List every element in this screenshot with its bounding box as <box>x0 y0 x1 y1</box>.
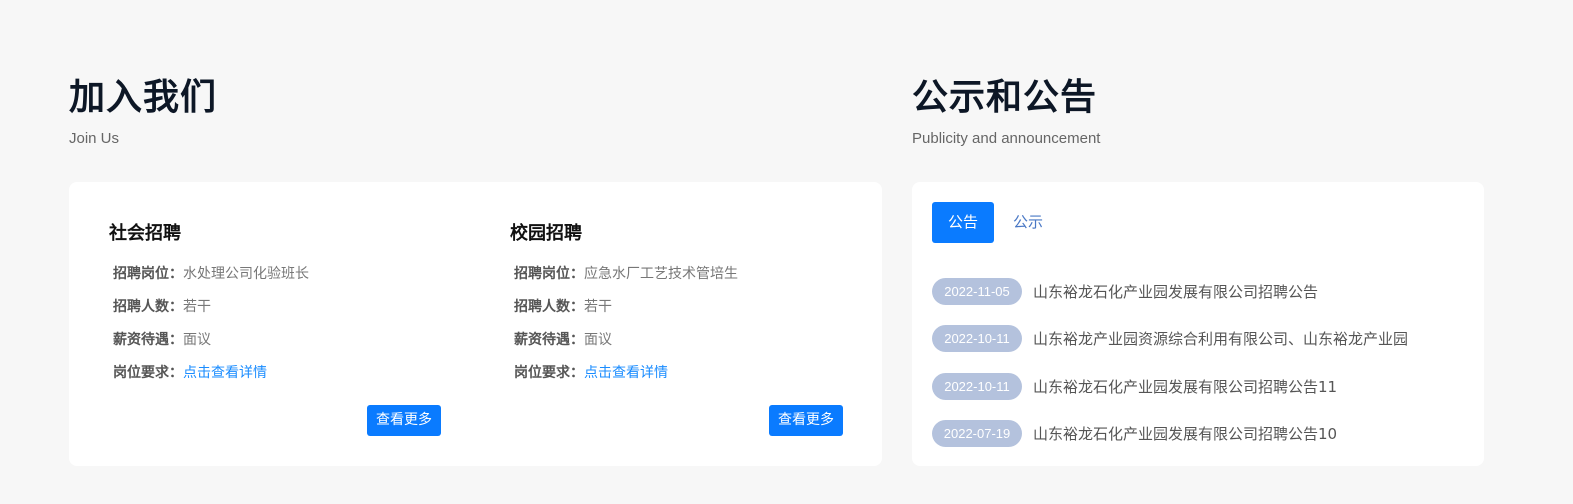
notice-list: 2022-11-05 山东裕龙石化产业园发展有限公司招聘公告 2022-10-1… <box>932 268 1408 457</box>
publicity-subtitle: Publicity and announcement <box>912 130 1101 147</box>
field-label: 岗位要求： <box>514 365 584 381</box>
field-label: 薪资待遇： <box>514 332 584 348</box>
social-salary-row: 薪资待遇：面议 <box>109 324 469 357</box>
join-us-subtitle: Join Us <box>69 130 120 147</box>
campus-recruitment-heading: 校园招聘 <box>510 223 582 244</box>
field-value: 应急水厂工艺技术管培生 <box>584 266 738 282</box>
notice-title[interactable]: 山东裕龙石化产业园发展有限公司招聘公告10 <box>1033 423 1337 444</box>
list-item[interactable]: 2022-07-19 山东裕龙石化产业园发展有限公司招聘公告10 <box>932 410 1408 457</box>
social-more-button[interactable]: 查看更多 <box>367 405 441 436</box>
field-value: 面议 <box>183 332 211 348</box>
social-recruitment: 社会招聘 招聘岗位：水处理公司化验班长 招聘人数：若干 薪资待遇：面议 岗位要求… <box>109 222 469 390</box>
tab-publicity[interactable]: 公示 <box>994 202 1062 243</box>
campus-requirements-row: 岗位要求：点击查看详情 <box>510 357 870 390</box>
notice-title[interactable]: 山东裕龙产业园资源综合利用有限公司、山东裕龙产业园 <box>1033 328 1408 349</box>
list-item[interactable]: 2022-10-11 山东裕龙产业园资源综合利用有限公司、山东裕龙产业园 <box>932 315 1408 362</box>
campus-details-link[interactable]: 点击查看详情 <box>584 365 668 381</box>
field-label: 招聘人数： <box>514 299 584 315</box>
field-value: 若干 <box>584 299 612 315</box>
campus-recruitment: 校园招聘 招聘岗位：应急水厂工艺技术管培生 招聘人数：若干 薪资待遇：面议 岗位… <box>510 222 870 390</box>
date-badge: 2022-11-05 <box>932 278 1022 306</box>
field-label: 招聘人数： <box>113 299 183 315</box>
campus-position-row: 招聘岗位：应急水厂工艺技术管培生 <box>510 258 870 291</box>
social-requirements-row: 岗位要求：点击查看详情 <box>109 357 469 390</box>
field-value: 水处理公司化验班长 <box>183 266 309 282</box>
date-badge: 2022-10-11 <box>932 325 1022 353</box>
join-us-title: 加入我们 <box>69 77 218 118</box>
field-value: 若干 <box>183 299 211 315</box>
social-recruitment-heading: 社会招聘 <box>109 223 181 244</box>
date-badge: 2022-10-11 <box>932 372 1022 400</box>
date-badge: 2022-07-19 <box>932 420 1022 448</box>
field-label: 薪资待遇： <box>113 332 183 348</box>
list-item[interactable]: 2022-11-05 山东裕龙石化产业园发展有限公司招聘公告 <box>932 268 1408 315</box>
field-value: 面议 <box>584 332 612 348</box>
publicity-title: 公示和公告 <box>912 77 1098 118</box>
field-label: 岗位要求： <box>113 365 183 381</box>
campus-more-button[interactable]: 查看更多 <box>769 405 843 436</box>
campus-salary-row: 薪资待遇：面议 <box>510 324 870 357</box>
list-item[interactable]: 2022-10-11 山东裕龙石化产业园发展有限公司招聘公告11 <box>932 363 1408 410</box>
social-count-row: 招聘人数：若干 <box>109 291 469 324</box>
notice-title[interactable]: 山东裕龙石化产业园发展有限公司招聘公告11 <box>1033 376 1337 397</box>
tab-announcement[interactable]: 公告 <box>932 202 994 243</box>
field-label: 招聘岗位： <box>113 266 183 282</box>
notice-title[interactable]: 山东裕龙石化产业园发展有限公司招聘公告 <box>1033 281 1318 302</box>
field-label: 招聘岗位： <box>514 266 584 282</box>
social-position-row: 招聘岗位：水处理公司化验班长 <box>109 258 469 291</box>
announcement-tabs: 公告 公示 <box>932 202 1062 243</box>
campus-count-row: 招聘人数：若干 <box>510 291 870 324</box>
social-details-link[interactable]: 点击查看详情 <box>183 365 267 381</box>
